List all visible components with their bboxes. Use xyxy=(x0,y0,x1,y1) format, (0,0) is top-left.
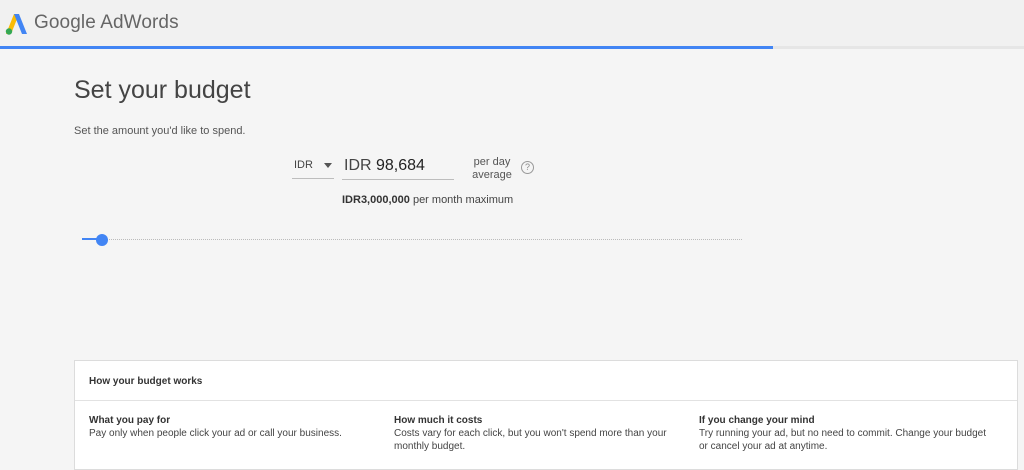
currency-select[interactable]: IDR xyxy=(292,155,334,179)
budget-amount-input[interactable] xyxy=(376,154,452,178)
setup-progress-fill xyxy=(0,46,774,49)
info-column-text: Pay only when people click your ad or ca… xyxy=(89,428,342,439)
per-day-average-label: per day average xyxy=(472,156,512,182)
setup-progress-bar xyxy=(0,46,1024,49)
info-column-cost: How much it costs Costs vary for each cl… xyxy=(394,415,689,453)
slider-track xyxy=(82,239,742,240)
help-icon[interactable]: ? xyxy=(521,161,534,174)
amount-currency-prefix: IDR xyxy=(344,157,372,174)
info-column-text: Costs vary for each click, but you won't… xyxy=(394,428,667,452)
budget-slider[interactable] xyxy=(82,232,742,248)
per-day-line: per day xyxy=(473,156,511,168)
monthly-maximum-suffix: per month maximum xyxy=(409,194,514,206)
info-column-title: If you change your mind xyxy=(699,415,815,426)
brand-name: Google AdWords xyxy=(34,12,179,33)
average-line: average xyxy=(472,169,512,181)
info-column-change: If you change your mind Try running your… xyxy=(699,415,994,453)
adwords-logo-icon xyxy=(5,14,27,35)
chevron-down-icon xyxy=(324,163,332,168)
page-subtitle: Set the amount you'd like to spend. xyxy=(74,125,246,137)
monthly-maximum-amount: IDR3,000,000 xyxy=(342,194,410,206)
budget-amount-field[interactable]: IDR xyxy=(342,152,454,180)
info-column-title: What you pay for xyxy=(89,415,171,426)
info-column-text: Try running your ad, but no need to comm… xyxy=(699,428,987,452)
currency-selected-label: IDR xyxy=(294,159,313,171)
page-title: Set your budget xyxy=(74,76,251,104)
info-column-title: How much it costs xyxy=(394,415,483,426)
info-card-title: How your budget works xyxy=(89,376,203,387)
info-column-pay: What you pay for Pay only when people cl… xyxy=(89,415,384,440)
slider-thumb[interactable] xyxy=(95,234,108,246)
monthly-maximum-text: IDR3,000,000 per month maximum xyxy=(342,194,513,206)
info-card-header: How your budget works xyxy=(75,361,1017,401)
top-bar: Google AdWords xyxy=(0,0,1024,49)
budget-info-card: How your budget works What you pay for P… xyxy=(74,360,1018,470)
